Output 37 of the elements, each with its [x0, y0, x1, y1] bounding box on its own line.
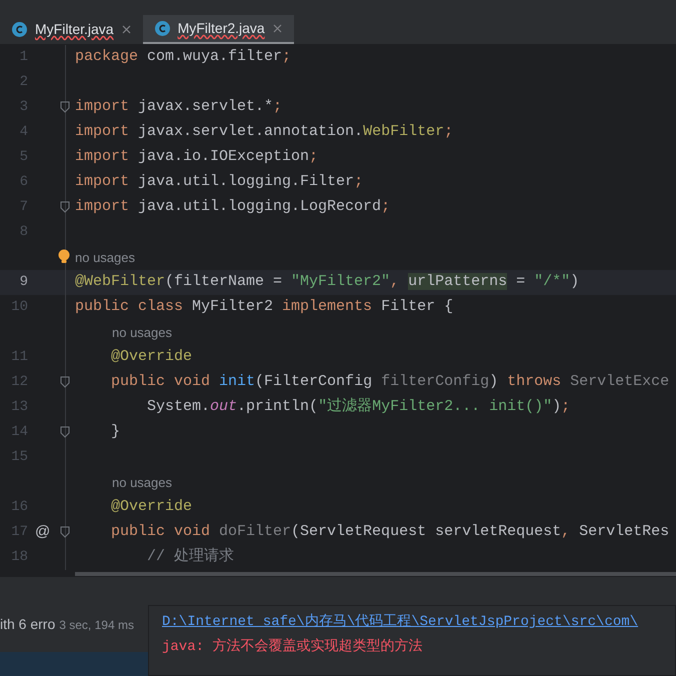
- code-line: public class MyFilter2 implements Filter {: [74, 297, 454, 318]
- code-line: import java.io.IOException;: [74, 147, 318, 168]
- fold-icon[interactable]: [60, 376, 70, 388]
- error-message: java: 方法不会覆盖或实现超类型的方法: [162, 637, 424, 657]
- code-line: @Override: [110, 347, 192, 368]
- lightbulb-icon[interactable]: [58, 248, 70, 264]
- build-time: 3 sec, 194 ms: [59, 617, 134, 634]
- editor-tab[interactable]: MyFilter.java: [0, 15, 143, 44]
- code-line: public void doFilter(ServletRequest servletRequest, ServletRes: [110, 522, 670, 542]
- fold-icon[interactable]: [60, 426, 70, 438]
- code-line: // 处理请求: [146, 546, 234, 568]
- code-line: System.out.println("过滤器MyFilter2... init()");: [146, 396, 570, 418]
- code-line: package com.wuya.filter;: [74, 47, 292, 68]
- fold-icon[interactable]: [60, 526, 70, 538]
- code-line: import java.util.logging.Filter;: [74, 172, 364, 192]
- usages-hint[interactable]: no usages: [112, 324, 172, 340]
- close-icon[interactable]: [122, 25, 131, 34]
- usages-hint[interactable]: no usages: [75, 250, 135, 264]
- file-path-link[interactable]: D:\Internet safe\内存马\代码工程\ServletJspProject\src\com\: [162, 612, 675, 633]
- fold-icon[interactable]: [60, 101, 70, 113]
- fold-icon[interactable]: [60, 201, 70, 213]
- override-marker[interactable]: @: [35, 521, 50, 544]
- usages-hint[interactable]: no usages: [112, 474, 172, 490]
- code-line: @Override: [110, 497, 192, 518]
- code-line: import javax.servlet.*;: [74, 97, 282, 118]
- code-line: @WebFilter(filterName = "MyFilter2", urlPatterns = "/*"): [74, 272, 580, 292]
- horizontal-scrollbar[interactable]: [75, 572, 676, 576]
- line-number: 9: [18, 273, 28, 292]
- code-line: public void init(FilterConfig filterConfig) throws ServletExce: [110, 372, 670, 392]
- code-line: import java.util.logging.LogRecord;: [74, 197, 390, 218]
- class-icon: [154, 21, 170, 36]
- close-icon[interactable]: [272, 24, 282, 33]
- editor-tab[interactable]: MyFilter2.java: [142, 15, 294, 44]
- code-line: import javax.servlet.annotation.WebFilter;: [74, 122, 454, 142]
- class-icon: [12, 22, 27, 37]
- code-line: }: [110, 422, 120, 442]
- build-status: ith 6 erro: [0, 615, 56, 634]
